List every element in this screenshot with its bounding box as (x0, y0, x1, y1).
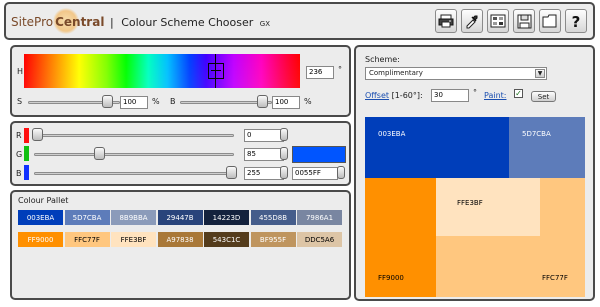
swatch-sheet-button[interactable] (487, 9, 509, 33)
swatch-sheet-icon (490, 14, 506, 28)
scheme-select[interactable]: Complimentary ▼ (365, 67, 547, 80)
app-title-suffix: GX (259, 20, 271, 28)
open-folder-button[interactable] (539, 9, 561, 33)
hue-cursor[interactable] (208, 63, 224, 79)
saturation-unit: % (152, 97, 160, 106)
title-separator: | (110, 16, 114, 29)
pallet-swatch[interactable]: 455D8B (250, 210, 296, 225)
app-title-text: Colour Scheme Chooser (121, 16, 254, 29)
green-input[interactable]: 85 (244, 148, 284, 161)
blue-slider-track[interactable] (34, 172, 234, 175)
paint-link[interactable]: Paint: (484, 91, 507, 100)
saturation-slider-thumb[interactable] (102, 95, 113, 108)
chevron-down-icon[interactable]: ▼ (535, 69, 545, 78)
scheme-select-value: Complimentary (369, 69, 423, 77)
preview-complement-mid-block[interactable]: FFC77F (436, 236, 585, 297)
hue-input[interactable]: 236 (306, 66, 334, 79)
save-icon (517, 14, 531, 28)
blue-spin-button[interactable] (280, 166, 288, 179)
help-icon: ? (572, 13, 581, 29)
blue-label: B (16, 169, 22, 178)
brightness-slider-thumb[interactable] (257, 95, 268, 108)
eyedropper-button[interactable] (461, 9, 483, 33)
pallet-swatch[interactable]: FF9000 (18, 232, 63, 247)
brightness-label: B (170, 97, 176, 106)
offset-unit: ° (473, 88, 477, 97)
hex-input[interactable]: 0055FF (292, 167, 338, 180)
green-label: G (16, 150, 23, 159)
pallet-swatch[interactable]: 5D7CBA (64, 210, 110, 225)
blue-slider-thumb[interactable] (226, 166, 237, 179)
pallet-swatch[interactable]: 14223D (204, 210, 249, 225)
app-title: | Colour Scheme Chooser GX (110, 16, 270, 29)
toolbar: ? (435, 9, 587, 33)
red-spin-button[interactable] (280, 128, 288, 141)
pallet-swatch[interactable]: 29447B (157, 210, 203, 225)
paint-checkbox[interactable]: ✓ (514, 89, 523, 98)
preview-complement-main-block[interactable]: FF9000 (365, 178, 436, 297)
preview-complement-mid-block-upper[interactable] (540, 178, 585, 236)
green-slider-track[interactable] (34, 153, 234, 156)
red-slider-thumb[interactable] (32, 128, 43, 141)
pallet-swatch[interactable]: 7986A1 (297, 210, 342, 225)
offset-label: Offset [1-60°]: (365, 91, 423, 100)
saturation-label: S (17, 97, 23, 106)
folder-icon (542, 14, 557, 28)
set-button[interactable]: Set (531, 91, 556, 102)
svg-text:?: ? (572, 13, 581, 29)
rgb-panel: R 0 G 85 B 255 0055FF (10, 121, 351, 186)
color-preview-swatch (292, 146, 346, 163)
scheme-label: Scheme: (365, 55, 400, 64)
printer-icon (438, 14, 454, 28)
green-channel-indicator (24, 146, 29, 161)
red-slider-track[interactable] (34, 134, 234, 137)
offset-input[interactable]: 30 (431, 89, 469, 102)
pallet-swatch[interactable]: BF955F (250, 232, 296, 247)
pallet-swatch[interactable]: DDC5A6 (297, 232, 342, 247)
colour-pallet-panel: Colour Pallet 003EBA 5D7CBA 8B9BBA 29447B 14… (10, 190, 351, 300)
hsb-panel: H 236 ° S 100 % B 100 % (10, 45, 351, 117)
red-channel-indicator (24, 128, 29, 143)
brightness-input[interactable]: 100 (272, 96, 300, 109)
green-spin-button[interactable] (280, 147, 288, 160)
pallet-swatch[interactable]: FFC77F (64, 232, 110, 247)
hue-unit: ° (338, 65, 342, 74)
print-button[interactable] (435, 9, 457, 33)
offset-link[interactable]: Offset (365, 91, 389, 100)
hue-spectrum[interactable] (24, 54, 300, 88)
pallet-swatch[interactable]: A97838 (157, 232, 203, 247)
preview-secondary-block[interactable]: 5D7CBA (509, 117, 585, 178)
preview-main-block[interactable]: 003EBA (365, 117, 509, 178)
scheme-panel: Scheme: Complimentary ▼ Offset [1-60°]: … (354, 45, 595, 301)
green-slider-thumb[interactable] (94, 147, 105, 160)
pallet-swatch[interactable]: 8B9BBA (111, 210, 156, 225)
brightness-unit: % (304, 97, 312, 106)
logo-central-text: Central (55, 15, 105, 29)
hue-cursor-crosshair (211, 70, 221, 71)
colour-pallet-title: Colour Pallet (18, 196, 69, 205)
offset-range: [1-60°]: (391, 91, 423, 100)
hue-label: H (17, 67, 24, 76)
pallet-swatch[interactable]: 003EBA (18, 210, 63, 225)
blue-channel-indicator (24, 165, 29, 180)
pallet-swatch[interactable]: 543C1C (204, 232, 249, 247)
preview-complement-light-block[interactable]: FFE3BF (436, 178, 540, 236)
eyedropper-icon (466, 15, 478, 29)
blue-input[interactable]: 255 (244, 167, 284, 180)
logo-sitepro-text: SitePro (11, 15, 54, 29)
pallet-swatch[interactable]: FFE3BF (111, 232, 156, 247)
hue-cursor-line (215, 54, 216, 88)
scheme-preview: 003EBA 5D7CBA FF9000 FFE3BF FFC77F (365, 117, 585, 297)
header-bar: SitePro Central | Colour Scheme Chooser … (4, 2, 595, 40)
sitepro-logo: SitePro Central (11, 8, 105, 34)
red-label: R (16, 131, 22, 140)
hex-spin-button[interactable] (337, 166, 345, 179)
help-button[interactable]: ? (565, 9, 587, 33)
saturation-input[interactable]: 100 (120, 96, 148, 109)
red-input[interactable]: 0 (244, 129, 284, 142)
save-button[interactable] (513, 9, 535, 33)
